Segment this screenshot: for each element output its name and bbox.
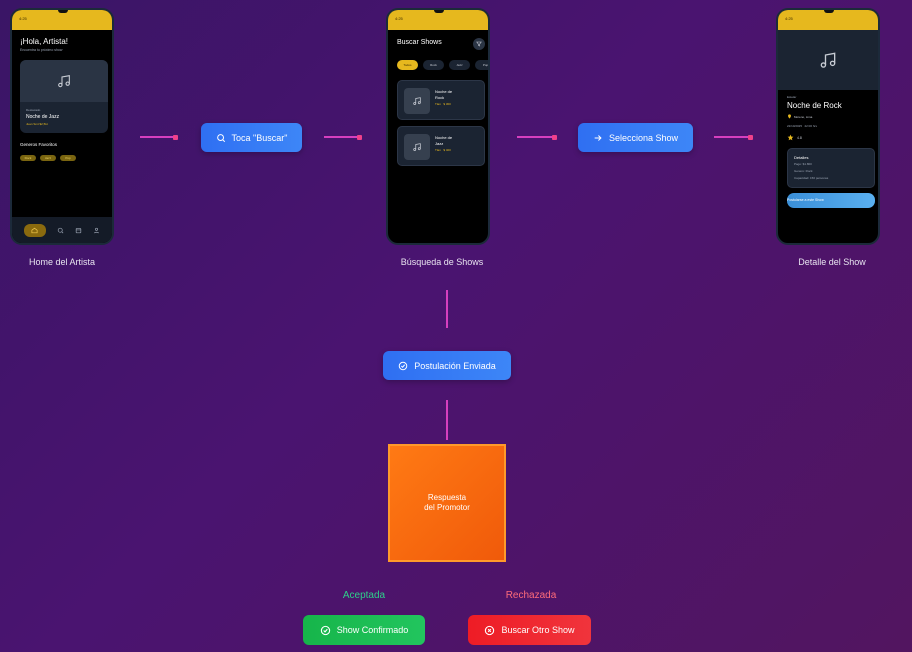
detail-title: Noche de Rock xyxy=(787,101,842,110)
result-title-line2: Rock xyxy=(435,95,445,100)
result-title-line1: Noche de xyxy=(435,135,453,140)
connector xyxy=(517,134,557,140)
status-time: 4:25 xyxy=(19,16,27,21)
filter-chip-jazz[interactable]: Jazz xyxy=(449,60,470,70)
featured-image xyxy=(20,60,108,102)
step-application-sent-label: Postulación Enviada xyxy=(414,360,496,371)
result-card[interactable]: Noche de Jazz Tlan $ 400 xyxy=(397,126,485,166)
featured-title: Noche de Jazz xyxy=(26,114,60,120)
connector xyxy=(324,134,362,140)
camera-notch xyxy=(824,10,834,13)
search-another-show-label: Buscar Otro Show xyxy=(501,625,575,635)
connector xyxy=(446,290,448,328)
decision-line2: del Promotor xyxy=(424,503,470,512)
connector xyxy=(140,134,178,140)
check-circle-icon xyxy=(320,625,330,635)
show-confirmed-label: Show Confirmado xyxy=(336,625,409,635)
filter-chip-pop[interactable]: Pop xyxy=(475,60,488,70)
detail-date: 22/10/2025 22:00 hrs xyxy=(787,124,818,128)
filter-chip-todos[interactable]: Todos xyxy=(397,60,418,70)
nav-home-icon[interactable] xyxy=(23,223,46,237)
music-icon xyxy=(413,97,421,105)
result-thumb xyxy=(404,134,430,160)
arrow-right-icon xyxy=(594,134,602,141)
step-tap-search[interactable]: Toca "Buscar" xyxy=(201,123,302,152)
step-tap-search-label: Toca "Buscar" xyxy=(231,132,288,143)
star-icon xyxy=(787,134,794,141)
show-confirmed-button[interactable]: Show Confirmado xyxy=(303,615,425,645)
decision-line1: Respuesta xyxy=(427,493,467,502)
filter-chips: Todos Rock Jazz Pop xyxy=(397,60,488,70)
greeting-subtitle: Encuentra tu próximo show xyxy=(20,48,63,52)
apply-button-label: Postularse a este Show xyxy=(787,198,824,202)
step-application-sent[interactable]: Postulación Enviada xyxy=(383,351,511,380)
phone-home: 4:25 ¡Hola, Artista! Encuentra tu próxim… xyxy=(10,8,114,245)
x-circle-icon xyxy=(485,625,495,635)
music-icon xyxy=(820,52,836,68)
accepted-label: Aceptada xyxy=(342,590,386,601)
step-select-show[interactable]: Selecciona Show xyxy=(578,123,693,152)
detail-location-text: Moreno, Lima xyxy=(794,114,813,119)
genre-chips: Rock Jazz Pop xyxy=(20,155,76,161)
detail-hero xyxy=(778,30,878,90)
music-icon xyxy=(58,75,70,88)
music-icon xyxy=(413,143,421,151)
status-time: 4:25 xyxy=(395,16,403,21)
detail-rating: 4.8 xyxy=(787,134,802,141)
location-pin-icon xyxy=(788,114,791,119)
result-title-line2: Jazz xyxy=(435,141,444,146)
result-thumb xyxy=(404,88,430,114)
phone-search-label: Búsqueda de Shows xyxy=(400,257,484,267)
genre-chip-pop[interactable]: Pop xyxy=(60,155,76,161)
details-line: Genero: Rock xyxy=(794,169,813,173)
phone-home-label: Home del Artista xyxy=(28,257,96,267)
step-select-show-label: Selecciona Show xyxy=(608,132,679,143)
genres-heading: Generos Favoritos xyxy=(20,142,58,147)
camera-notch xyxy=(58,10,68,13)
filter-chip-rock[interactable]: Rock xyxy=(423,60,444,70)
bottom-nav xyxy=(12,217,112,243)
genre-chip-rock[interactable]: Rock xyxy=(20,155,36,161)
result-meta: Tlan $ 400 xyxy=(435,148,451,152)
details-box-title: Detalles xyxy=(794,155,809,160)
nav-profile-icon[interactable] xyxy=(93,227,100,234)
search-another-show-button[interactable]: Buscar Otro Show xyxy=(468,615,591,645)
featured-card[interactable]: Destacado Noche de Jazz Juan Smt $2,5kt xyxy=(20,60,108,133)
phone-detail-label: Detalle del Show xyxy=(798,257,866,267)
search-title: Buscar Shows xyxy=(397,39,442,46)
result-title-line1: Noche de xyxy=(435,89,453,94)
nav-search-icon[interactable] xyxy=(57,227,64,234)
result-meta: Tlan $ 300 xyxy=(435,102,451,106)
details-line: Capacidad: 150 personas xyxy=(794,176,829,180)
filter-icon[interactable] xyxy=(473,38,485,50)
featured-tag: Destacado xyxy=(26,108,41,112)
rejected-label: Rechazada xyxy=(505,590,557,601)
detail-tag: Estelar xyxy=(787,95,797,99)
genre-chip-jazz[interactable]: Jazz xyxy=(40,155,56,161)
connector xyxy=(446,400,448,440)
phone-detail: 4:25 Estelar Noche de Rock Moreno, Lima … xyxy=(776,8,880,245)
featured-meta: Juan Smt $2,5kt xyxy=(26,122,48,126)
status-bar: 4:25 xyxy=(12,10,112,30)
status-time: 4:25 xyxy=(785,16,793,21)
check-circle-icon xyxy=(398,361,408,370)
promoter-response-decision: Respuesta del Promotor xyxy=(388,444,506,562)
detail-location: Moreno, Lima xyxy=(787,114,812,119)
status-bar: 4:25 xyxy=(778,10,878,30)
details-line: Pago: $1.800 xyxy=(794,162,812,166)
greeting: ¡Hola, Artista! xyxy=(20,37,69,46)
nav-calendar-icon[interactable] xyxy=(75,227,82,234)
apply-button[interactable]: Postularse a este Show xyxy=(787,193,875,208)
search-icon xyxy=(216,133,225,142)
connector xyxy=(714,134,753,140)
phone-search: 4:25 Buscar Shows Todos Rock Jazz Pop No… xyxy=(386,8,490,245)
result-card[interactable]: Noche de Rock Tlan $ 300 xyxy=(397,80,485,120)
status-bar: 4:25 xyxy=(388,10,488,30)
detail-rating-value: 4.8 xyxy=(797,135,802,140)
camera-notch xyxy=(434,10,444,13)
details-box: Detalles Pago: $1.800 Genero: Rock Capac… xyxy=(787,148,875,188)
